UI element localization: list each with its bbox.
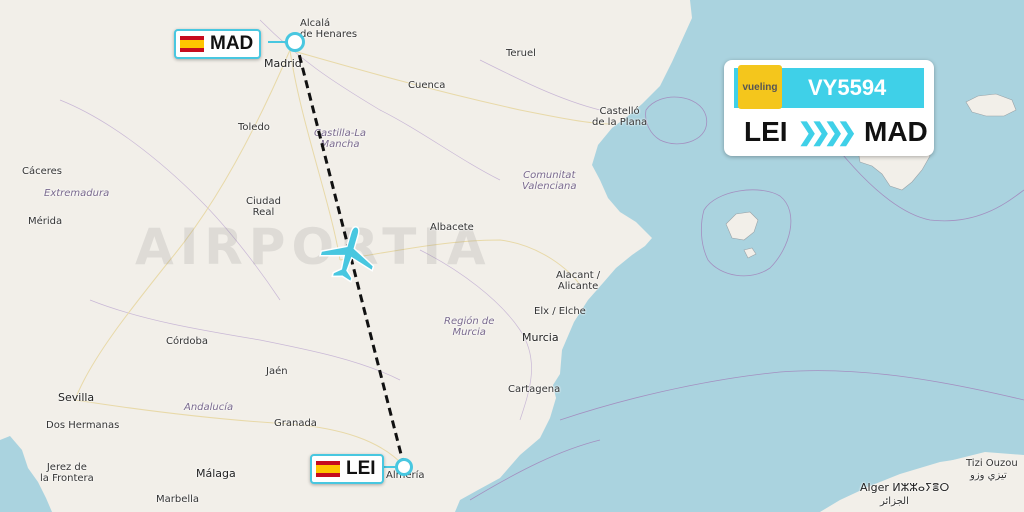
place-malaga: Málaga — [196, 467, 236, 480]
flight-info-card[interactable]: vueling VY5594 LEI ❯❯❯❯ MAD — [724, 60, 934, 156]
place-tizi-ouzou: Tizi Ouzou — [966, 458, 1018, 469]
place-cartagena: Cartagena — [508, 384, 561, 395]
place-jerez: Jerez de la Frontera — [40, 462, 94, 484]
destination-airport-marker[interactable] — [285, 32, 305, 52]
spain-flag-icon — [180, 36, 204, 52]
region-andalucia: Andalucía — [184, 402, 234, 413]
place-dos-hermanas: Dos Hermanas — [46, 420, 120, 431]
region-murcia: Región de Murcia — [444, 316, 495, 338]
place-ciudad-real: Ciudad Real — [246, 196, 281, 218]
origin-code: LEI — [346, 458, 376, 479]
place-cordoba: Córdoba — [166, 336, 208, 347]
airline-logo: vueling — [738, 65, 782, 109]
place-alger-ar: الجزائر — [880, 496, 909, 507]
place-elx: Elx / Elche — [534, 306, 586, 317]
place-teruel: Teruel — [506, 48, 536, 59]
destination-code: MAD — [210, 33, 254, 54]
region-comunitat: Comunitat Valenciana — [522, 170, 577, 192]
place-marbella: Marbella — [156, 494, 200, 505]
region-castilla: Castilla-La Mancha — [314, 128, 367, 150]
origin-airport-tag[interactable]: LEI — [310, 454, 384, 484]
origin-airport-marker[interactable] — [395, 458, 413, 476]
destination-airport-tag[interactable]: MAD — [174, 29, 262, 59]
place-alcala: Alcalá de Henares — [300, 18, 358, 40]
place-granada: Granada — [274, 418, 317, 429]
place-alacant: Alacant / Alicante — [556, 270, 601, 292]
route-origin: LEI — [744, 116, 788, 147]
route-summary: LEI ❯❯❯❯ MAD — [744, 115, 928, 149]
flight-number: VY5594 — [808, 75, 887, 100]
place-alger: Alger ⵍⵣⵣⴰⵢⴻⵔ — [860, 481, 950, 494]
spain-flag-icon — [316, 461, 340, 477]
place-sevilla: Sevilla — [58, 391, 95, 404]
region-extremadura: Extremadura — [44, 188, 110, 199]
airplane-icon — [319, 226, 375, 283]
flight-map[interactable]: AIRPORTIA Alcalá de Henares Madrid Teruel… — [0, 0, 1024, 512]
place-caceres: Cáceres — [22, 166, 63, 177]
place-merida: Mérida — [28, 216, 63, 227]
route-destination: MAD — [864, 116, 928, 147]
place-madrid: Madrid — [264, 57, 302, 70]
place-albacete: Albacete — [430, 222, 474, 233]
route-arrow-icon: ❯❯❯❯ — [797, 118, 857, 146]
place-toledo: Toledo — [238, 122, 270, 133]
place-murcia: Murcia — [522, 331, 559, 344]
place-tizi-ouzou-ar: تيزي وزو — [970, 470, 1007, 481]
place-jaen: Jaén — [266, 366, 288, 377]
place-castellon: Castelló de la Plana — [592, 106, 648, 128]
place-cuenca: Cuenca — [408, 80, 446, 91]
